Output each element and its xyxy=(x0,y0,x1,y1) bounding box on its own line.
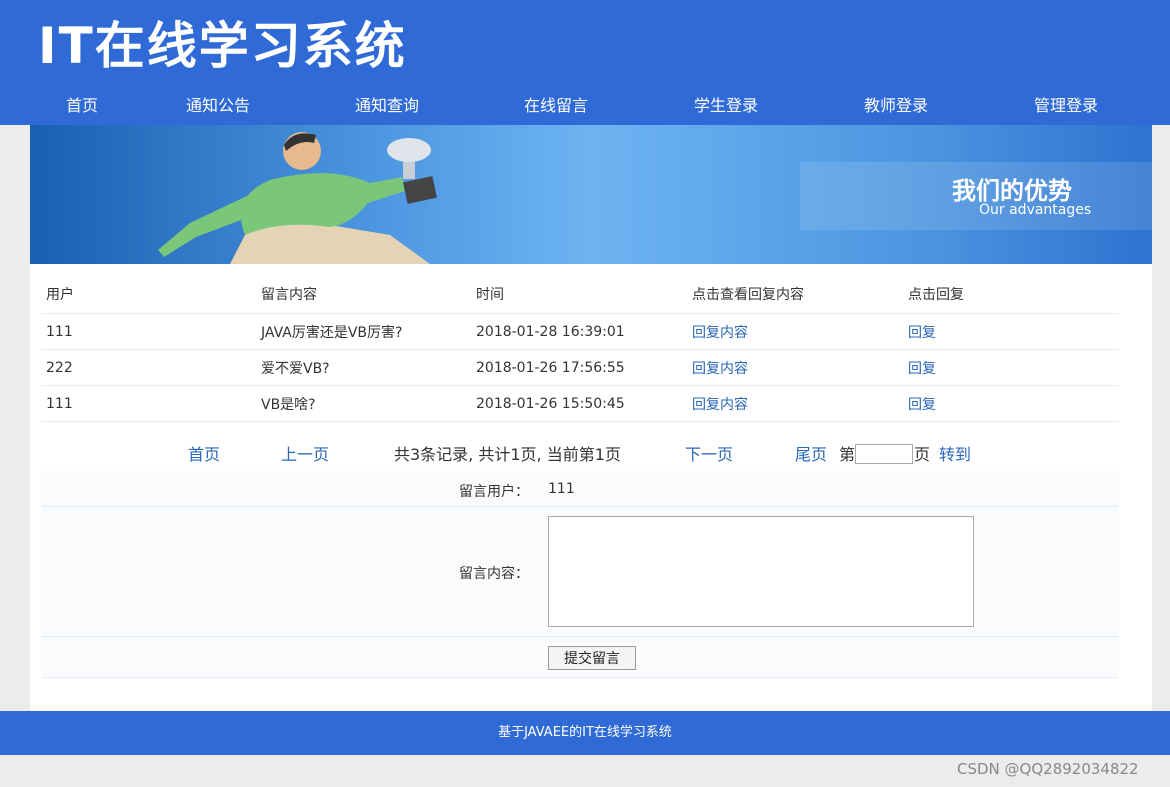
nav-teacher-login[interactable]: 教师登录 xyxy=(864,93,928,119)
header: IT在线学习系统 首页 通知公告 通知查询 在线留言 学生登录 教师登录 管理登… xyxy=(0,0,1170,125)
nav-announcements[interactable]: 通知公告 xyxy=(186,93,250,119)
pager-next-link[interactable]: 下一页 xyxy=(685,441,733,465)
pager-first-link[interactable]: 首页 xyxy=(188,441,220,465)
view-reply-link[interactable]: 回复内容 xyxy=(692,361,748,377)
pagination: 首页 上一页 共3条记录, 共计1页, 当前第1页 下一页 尾页 第 页 转到 xyxy=(30,439,1152,465)
view-reply-link[interactable]: 回复内容 xyxy=(692,397,748,413)
form-row-user: 留言用户： 111 xyxy=(41,471,1119,507)
column-header-time: 时间 xyxy=(471,275,687,314)
column-header-user: 用户 xyxy=(41,275,256,314)
reply-link[interactable]: 回复 xyxy=(908,397,936,413)
messages-table: 用户 留言内容 时间 点击查看回复内容 点击回复 111 JAVA厉害还是VB厉… xyxy=(41,275,1119,422)
row-user: 111 xyxy=(41,385,256,422)
reply-link[interactable]: 回复 xyxy=(908,325,936,341)
row-content: 爱不爱VB? xyxy=(256,349,471,386)
nav-admin-login[interactable]: 管理登录 xyxy=(1034,93,1098,119)
user-label: 留言用户： xyxy=(459,484,529,500)
table-row: 111 VB是啥? 2018-01-26 15:50:45 回复内容 回复 xyxy=(41,385,1119,422)
watermark: CSDN @QQ2892034822 xyxy=(957,760,1139,778)
nav-notice-search[interactable]: 通知查询 xyxy=(355,93,419,119)
pager-prev-link[interactable]: 上一页 xyxy=(281,441,329,465)
view-reply-link[interactable]: 回复内容 xyxy=(692,325,748,341)
table-row: 111 JAVA厉害还是VB厉害? 2018-01-28 16:39:01 回复… xyxy=(41,313,1119,350)
user-value: 111 xyxy=(548,481,575,497)
submit-message-button[interactable]: 提交留言 xyxy=(548,646,636,670)
table-header-row: 用户 留言内容 时间 点击查看回复内容 点击回复 xyxy=(41,275,1119,314)
table-row: 222 爱不爱VB? 2018-01-26 17:56:55 回复内容 回复 xyxy=(41,349,1119,386)
pager-go-link[interactable]: 转到 xyxy=(939,441,971,465)
column-header-reply: 点击回复 xyxy=(903,275,1119,314)
reply-link[interactable]: 回复 xyxy=(908,361,936,377)
nav-student-login[interactable]: 学生登录 xyxy=(694,93,758,119)
content-label: 留言内容： xyxy=(459,566,529,582)
row-time: 2018-01-26 15:50:45 xyxy=(471,385,687,422)
row-user: 111 xyxy=(41,313,256,350)
row-time: 2018-01-28 16:39:01 xyxy=(471,313,687,350)
banner-image: 我们的优势 Our advantages xyxy=(30,125,1152,264)
row-user: 222 xyxy=(41,349,256,386)
pager-last-link[interactable]: 尾页 xyxy=(795,441,827,465)
page-number-input[interactable] xyxy=(855,444,913,464)
form-row-content: 留言内容： xyxy=(41,507,1119,637)
banner-subheading: Our advantages xyxy=(979,202,1092,218)
banner-heading: 我们的优势 xyxy=(952,177,1072,205)
nav-online-message[interactable]: 在线留言 xyxy=(524,93,588,119)
main-nav: 首页 通知公告 通知查询 在线留言 学生登录 教师登录 管理登录 xyxy=(0,93,1170,123)
content-panel: 我们的优势 Our advantages 用户 留言内容 时间 点击查看回复内容… xyxy=(30,125,1152,711)
row-time: 2018-01-26 17:56:55 xyxy=(471,349,687,386)
nav-home[interactable]: 首页 xyxy=(66,93,98,119)
site-title: IT在线学习系统 xyxy=(38,17,407,75)
pager-page-prefix: 第 xyxy=(839,445,856,464)
pager-page-suffix: 页 xyxy=(914,445,931,464)
footer-text: 基于JAVAEE的IT在线学习系统 xyxy=(498,725,672,740)
pager-summary: 共3条记录, 共计1页, 当前第1页 xyxy=(394,445,621,464)
footer: 基于JAVAEE的IT在线学习系统 xyxy=(0,711,1170,755)
message-content-textarea[interactable] xyxy=(548,516,974,627)
column-header-view-reply: 点击查看回复内容 xyxy=(687,275,903,314)
row-content: VB是啥? xyxy=(256,385,471,422)
row-content: JAVA厉害还是VB厉害? xyxy=(256,313,471,350)
column-header-content: 留言内容 xyxy=(256,275,471,314)
form-row-submit: 提交留言 xyxy=(41,637,1119,678)
